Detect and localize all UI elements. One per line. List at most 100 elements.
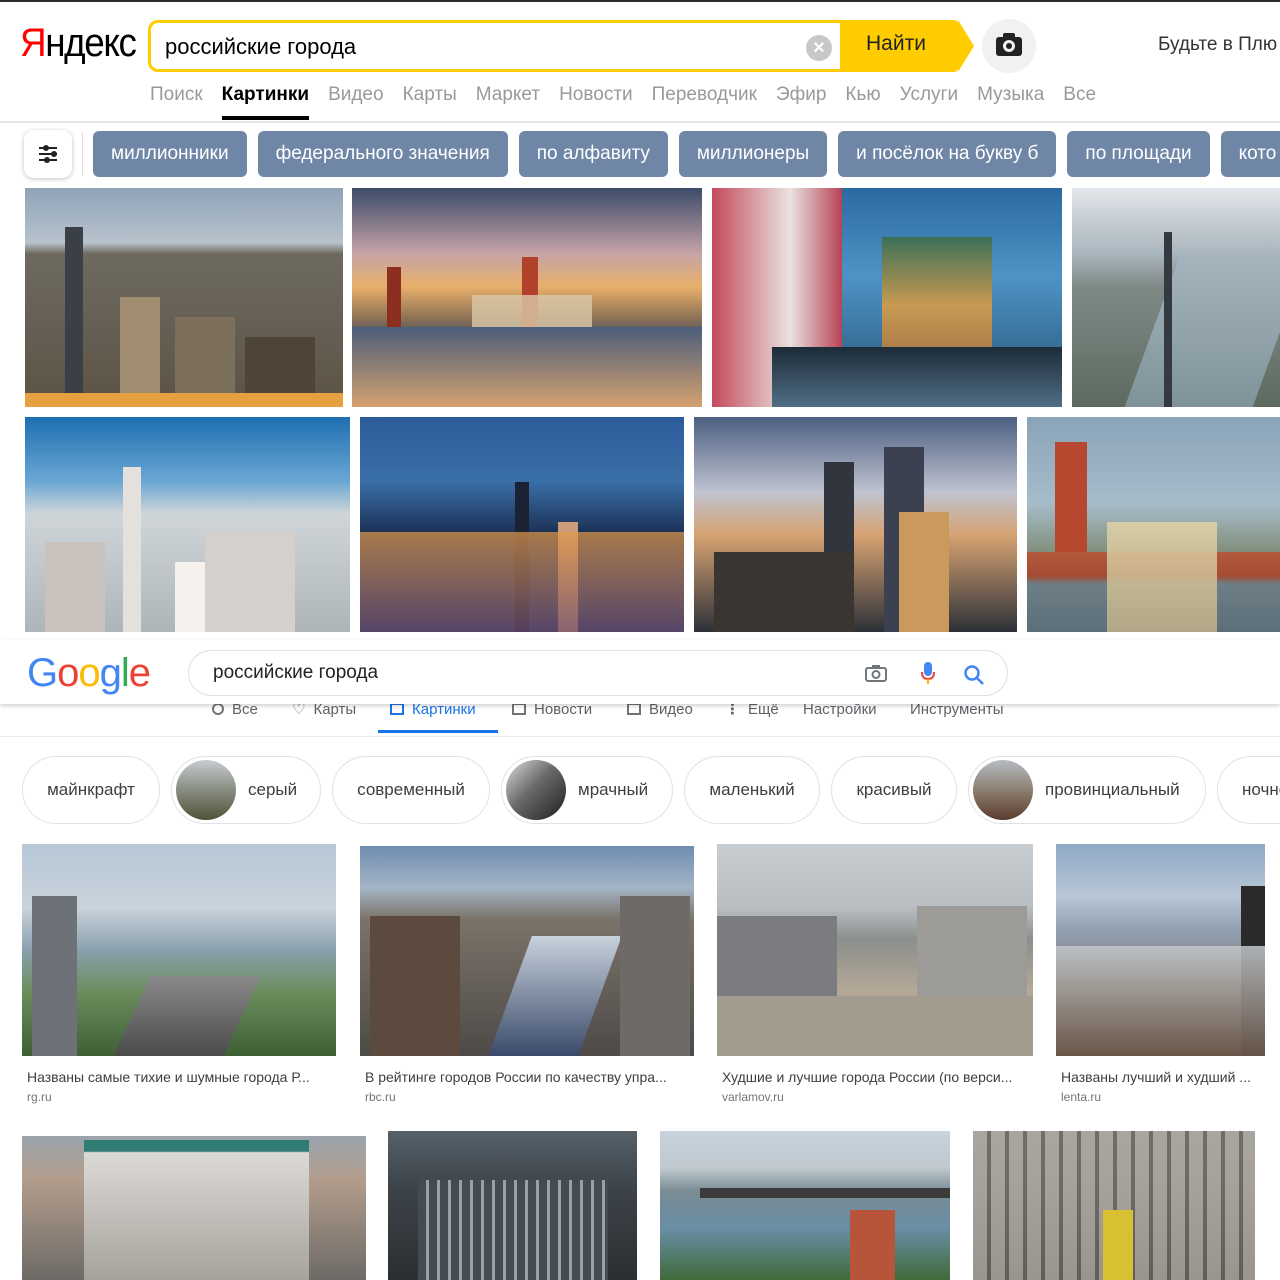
image-result[interactable]	[712, 188, 1062, 407]
building-shape	[205, 532, 295, 632]
chip-modern[interactable]: современный	[332, 756, 490, 824]
building-shape	[1164, 232, 1172, 407]
building-shape	[418, 1180, 608, 1280]
google-logo[interactable]: Google	[27, 650, 151, 696]
nav-divider	[0, 121, 1280, 123]
chip-millionniki[interactable]: миллионники	[93, 131, 247, 177]
church-shape	[850, 1210, 895, 1280]
find-button[interactable]: Найти	[840, 20, 974, 72]
chip-area[interactable]: по площади	[1067, 131, 1210, 177]
image-result[interactable]	[1027, 417, 1280, 632]
chip-provincial[interactable]: провинциальный	[968, 756, 1206, 824]
yandex-related-chips: миллионники федерального значения по алф…	[93, 131, 1280, 177]
clear-icon[interactable]: ×	[806, 35, 832, 61]
chip-alphabet[interactable]: по алфавиту	[518, 131, 668, 177]
nav-item-q[interactable]: Кью	[845, 82, 899, 122]
building-shape	[123, 467, 141, 632]
logo-letter: G	[27, 651, 58, 695]
nav-item-maps[interactable]: Карты	[403, 82, 476, 122]
filter-knob	[44, 157, 50, 163]
building-shape	[120, 297, 160, 407]
logo-letter: o	[57, 651, 79, 695]
image-result[interactable]	[25, 417, 350, 632]
yandex-logo[interactable]: Яндекс	[20, 18, 137, 68]
nav-item-video[interactable]: Видео	[328, 82, 403, 122]
image-result[interactable]	[25, 188, 343, 407]
nav-item-search[interactable]: Поиск	[150, 82, 222, 122]
building-shape	[45, 542, 105, 632]
plus-promo-link[interactable]: Будьте в Плю	[1158, 34, 1277, 56]
chip-label: провинциальный	[1045, 780, 1180, 799]
chip-beautiful[interactable]: красивый	[831, 756, 957, 824]
nav-item-translator[interactable]: Переводчик	[652, 82, 776, 122]
building-shape	[620, 896, 690, 1056]
building-shape	[1103, 1210, 1133, 1280]
camera-icon[interactable]	[865, 665, 887, 682]
chip-thumbnail	[506, 760, 566, 820]
chip-gloomy[interactable]: мрачный	[501, 756, 673, 824]
magnifier-icon	[212, 703, 224, 715]
chip-millionery[interactable]: миллионеры	[678, 131, 828, 177]
church-shape	[175, 562, 205, 632]
building-shape	[84, 1140, 309, 1280]
chip-minecraft[interactable]: майнкрафт	[22, 756, 160, 824]
nav-item-services[interactable]: Услуги	[900, 82, 977, 122]
image-result[interactable]	[22, 1136, 366, 1280]
result-source[interactable]: rbc.ru	[365, 1089, 396, 1105]
chip-small[interactable]: маленький	[684, 756, 820, 824]
logo-letter: l	[120, 651, 130, 695]
chip-night[interactable]: ночно	[1217, 756, 1280, 824]
image-icon	[390, 703, 404, 715]
image-result[interactable]	[360, 417, 684, 632]
result-caption[interactable]: В рейтинге городов России по качеству уп…	[365, 1068, 691, 1086]
result-source[interactable]: varlamov.ru	[722, 1089, 784, 1105]
result-caption[interactable]: Худшие и лучшие города России (по верси.…	[722, 1068, 1030, 1086]
image-result[interactable]	[1056, 844, 1265, 1056]
image-result[interactable]	[22, 844, 336, 1056]
result-caption[interactable]: Названы самые тихие и шумные города Р...	[27, 1068, 333, 1086]
yandex-search-input[interactable]: российские города	[165, 32, 356, 62]
news-icon	[512, 703, 526, 715]
image-result[interactable]	[660, 1131, 950, 1280]
yandex-images-page: Яндекс российские города × Найти Будьте …	[0, 0, 1280, 640]
image-result[interactable]	[352, 188, 702, 407]
building-shape	[899, 512, 949, 632]
nav-item-market[interactable]: Маркет	[476, 82, 559, 122]
yandex-search-input-box[interactable]: российские города ×	[148, 20, 848, 72]
nav-item-images[interactable]: Картинки	[221, 82, 328, 122]
google-search-box[interactable]: российские города	[188, 650, 1008, 696]
camera-search-button[interactable]	[982, 19, 1036, 73]
logo-letter: o	[78, 651, 100, 695]
result-caption[interactable]: Названы лучший и худший ...	[1061, 1068, 1265, 1086]
nav-item-music[interactable]: Музыка	[977, 82, 1063, 122]
find-button-label: Найти	[866, 32, 926, 55]
filter-knob	[43, 145, 49, 151]
image-result[interactable]	[388, 1131, 637, 1280]
chip-gray[interactable]: серый	[171, 756, 321, 824]
image-result[interactable]	[717, 844, 1033, 1056]
nav-item-efir[interactable]: Эфир	[776, 82, 845, 122]
chip-federal[interactable]: федерального значения	[257, 131, 508, 177]
nav-item-all[interactable]: Все	[1063, 82, 1115, 122]
result-source[interactable]: lenta.ru	[1061, 1089, 1101, 1105]
chip-truncated[interactable]: кото	[1220, 131, 1280, 177]
road-shape	[113, 976, 261, 1056]
image-result[interactable]	[360, 846, 694, 1056]
image-result[interactable]	[1072, 188, 1280, 407]
nav-item-news[interactable]: Новости	[559, 82, 652, 122]
chip-letter-b[interactable]: и посёлок на букву б	[838, 131, 1057, 177]
microphone-icon[interactable]	[921, 662, 935, 686]
logo-letter: g	[99, 651, 122, 695]
result-source[interactable]: rg.ru	[27, 1089, 52, 1105]
google-images-page: Google российские города Все ♡ Карты Карт…	[0, 640, 1280, 1280]
active-tab-indicator	[378, 730, 498, 733]
logo-letter: e	[128, 651, 151, 695]
google-related-chips: майнкрафт серый современный мрачный мале…	[22, 756, 1280, 824]
google-search-input[interactable]: российские города	[213, 662, 378, 684]
river-shape	[1124, 257, 1280, 407]
yandex-services-nav: Поиск Картинки Видео Карты Маркет Новост…	[150, 82, 1115, 122]
image-result[interactable]	[973, 1131, 1255, 1280]
filter-settings-button[interactable]	[24, 130, 72, 178]
search-icon[interactable]	[963, 664, 985, 686]
image-result[interactable]	[694, 417, 1017, 632]
